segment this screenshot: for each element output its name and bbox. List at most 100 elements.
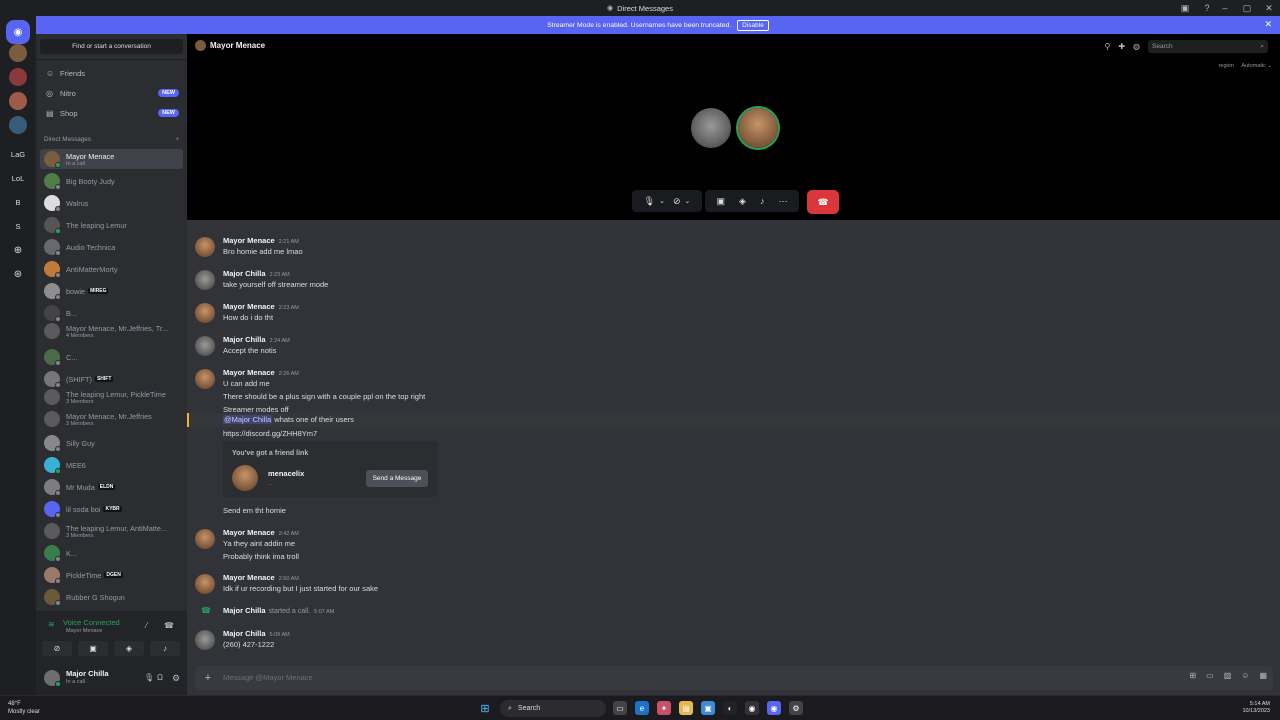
- voice-channel[interactable]: Mayor Menace: [66, 628, 102, 634]
- emoji-icon[interactable]: ☺: [1241, 671, 1249, 680]
- close-banner-icon[interactable]: ✕: [1264, 19, 1272, 30]
- store-icon[interactable]: ▣: [701, 701, 715, 715]
- message-author[interactable]: Major Chilla: [223, 269, 266, 278]
- sticker-icon[interactable]: ▨: [1224, 671, 1232, 680]
- pin-icon[interactable]: ⚲: [1104, 42, 1110, 51]
- minimize-button[interactable]: –: [1214, 3, 1236, 13]
- edge-browser-icon[interactable]: e: [635, 701, 649, 715]
- app-icon[interactable]: ◐: [723, 701, 737, 715]
- screen-share-icon[interactable]: ▣: [717, 196, 726, 207]
- weather-widget[interactable]: 48°F Mostly clear: [8, 700, 40, 716]
- gift-icon[interactable]: ⊞: [1189, 671, 1196, 680]
- dm-item[interactable]: Big Booty Judy: [40, 171, 183, 191]
- message-avatar[interactable]: [195, 574, 215, 594]
- discover-icon[interactable]: ⊛: [6, 262, 30, 286]
- chrome-icon[interactable]: ◉: [745, 701, 759, 715]
- participant-avatar-menace[interactable]: [738, 108, 778, 148]
- message-avatar[interactable]: [195, 270, 215, 290]
- message-avatar[interactable]: [195, 303, 215, 323]
- nav-shop[interactable]: ▤ Shop NEW: [40, 104, 183, 122]
- attach-plus-icon[interactable]: +: [201, 671, 215, 685]
- server-s[interactable]: S: [6, 214, 30, 238]
- message-author[interactable]: Mayor Menace: [223, 368, 275, 377]
- user-name[interactable]: Major Chilla: [66, 669, 109, 678]
- gamepad-icon[interactable]: ◈: [739, 196, 746, 207]
- inbox-icon[interactable]: ▣: [1178, 1, 1192, 15]
- dm-item[interactable]: MEE6: [40, 455, 183, 475]
- dm-item[interactable]: Mr Muda ELDN: [40, 477, 183, 497]
- user-avatar[interactable]: [44, 670, 61, 687]
- message-author[interactable]: Mayor Menace: [223, 302, 275, 311]
- add-friend-icon[interactable]: ✚: [1118, 42, 1125, 51]
- send-message-button[interactable]: Send a Message: [366, 470, 428, 487]
- server-lag[interactable]: LaG: [6, 142, 30, 166]
- message-author[interactable]: Major Chilla: [223, 335, 266, 344]
- participant-avatar-chilla[interactable]: [691, 108, 731, 148]
- message-author[interactable]: Major Chilla: [223, 606, 266, 615]
- dm-item[interactable]: Mayor Menace, Mr.Jeffries 3 Members: [40, 409, 183, 429]
- close-window-button[interactable]: ✕: [1258, 3, 1280, 14]
- dm-item[interactable]: K...: [40, 543, 183, 563]
- server-avatar[interactable]: [9, 92, 27, 110]
- task-view-icon[interactable]: ▭: [613, 701, 627, 715]
- search-input[interactable]: Search ⌕: [1148, 40, 1268, 53]
- dm-item[interactable]: C...: [40, 347, 183, 367]
- camera-button-icon[interactable]: ⊘: [673, 196, 681, 207]
- dm-item[interactable]: Mayor Menace In a call: [40, 149, 183, 169]
- hang-up-button[interactable]: ☎: [807, 190, 839, 214]
- camera-off-button[interactable]: ⊘: [42, 641, 72, 656]
- mic-button-icon[interactable]: 🎙︎: [644, 196, 655, 207]
- dm-item[interactable]: B...: [40, 303, 183, 323]
- dm-item[interactable]: The leaping Lemur, PickleTime 3 Members: [40, 387, 183, 407]
- nav-nitro[interactable]: ◎ Nitro NEW: [40, 84, 183, 102]
- gif-icon[interactable]: ▭: [1206, 671, 1214, 680]
- discord-taskbar-icon[interactable]: ◉: [767, 701, 781, 715]
- message-avatar[interactable]: [195, 630, 215, 650]
- message-input[interactable]: + Message @Mayor Menace ⊞ ▭ ▨ ☺ ▦: [195, 666, 1273, 690]
- disable-streamer-button[interactable]: Disable: [737, 19, 769, 31]
- settings-taskbar-icon[interactable]: ⚙: [789, 701, 803, 715]
- message-avatar[interactable]: [195, 369, 215, 389]
- invite-link[interactable]: https://discord.gg/ZHH8Ym7: [223, 429, 317, 438]
- start-icon[interactable]: ⊞: [478, 701, 492, 715]
- copilot-icon[interactable]: ✦: [657, 701, 671, 715]
- activity-button[interactable]: ◈: [114, 641, 144, 656]
- find-conversation-button[interactable]: Find or start a conversation: [40, 39, 183, 54]
- dm-item[interactable]: The leaping Lemur: [40, 215, 183, 235]
- profile-icon[interactable]: ◍: [1133, 42, 1140, 51]
- server-lol[interactable]: LoL: [6, 166, 30, 190]
- server-avatar[interactable]: [9, 68, 27, 86]
- message-author[interactable]: Mayor Menace: [223, 528, 275, 537]
- nav-friends[interactable]: ☺ Friends: [40, 64, 183, 82]
- dm-item[interactable]: Silly Guy: [40, 433, 183, 453]
- server-avatar[interactable]: [9, 116, 27, 134]
- more-icon[interactable]: ⋯: [778, 196, 787, 207]
- disconnect-icon[interactable]: ☎: [164, 621, 174, 630]
- soundboard-icon[interactable]: ♪: [760, 196, 765, 206]
- dm-item[interactable]: (SHIFT) SHIFT: [40, 369, 183, 389]
- add-server-icon[interactable]: ⊕: [6, 238, 30, 262]
- message-author[interactable]: Major Chilla: [223, 629, 266, 638]
- settings-gear-icon[interactable]: ⚙: [172, 673, 180, 684]
- dm-item[interactable]: lil soda boi KYBR: [40, 499, 183, 519]
- message-avatar[interactable]: [195, 237, 215, 257]
- dm-item[interactable]: The leaping Lemur, AntiMatte... 3 Members: [40, 521, 183, 541]
- dm-item[interactable]: Walrus: [40, 193, 183, 213]
- chevron-down-icon[interactable]: ⌄: [684, 197, 690, 205]
- noise-suppression-icon[interactable]: ⁄: [146, 621, 147, 630]
- mic-icon[interactable]: 🎙︎: [144, 673, 154, 682]
- message-author[interactable]: Mayor Menace: [223, 236, 275, 245]
- headphones-icon[interactable]: Ω: [157, 673, 163, 682]
- maximize-button[interactable]: ▢: [1236, 3, 1258, 14]
- taskbar-search[interactable]: ⌕ Search: [500, 700, 606, 717]
- file-explorer-icon[interactable]: ▤: [679, 701, 693, 715]
- server-b[interactable]: B: [6, 190, 30, 214]
- screen-share-button[interactable]: ▣: [78, 641, 108, 656]
- soundboard-button[interactable]: ♪: [150, 641, 180, 656]
- region-selector[interactable]: region Automatic ⌄: [1219, 63, 1272, 69]
- help-icon[interactable]: ?: [1200, 1, 1214, 15]
- message-author[interactable]: Mayor Menace: [223, 573, 275, 582]
- user-mention[interactable]: @Major Chilla: [223, 415, 273, 424]
- dm-item[interactable]: AntiMatterMorty: [40, 259, 183, 279]
- dm-item[interactable]: Audio Technica: [40, 237, 183, 257]
